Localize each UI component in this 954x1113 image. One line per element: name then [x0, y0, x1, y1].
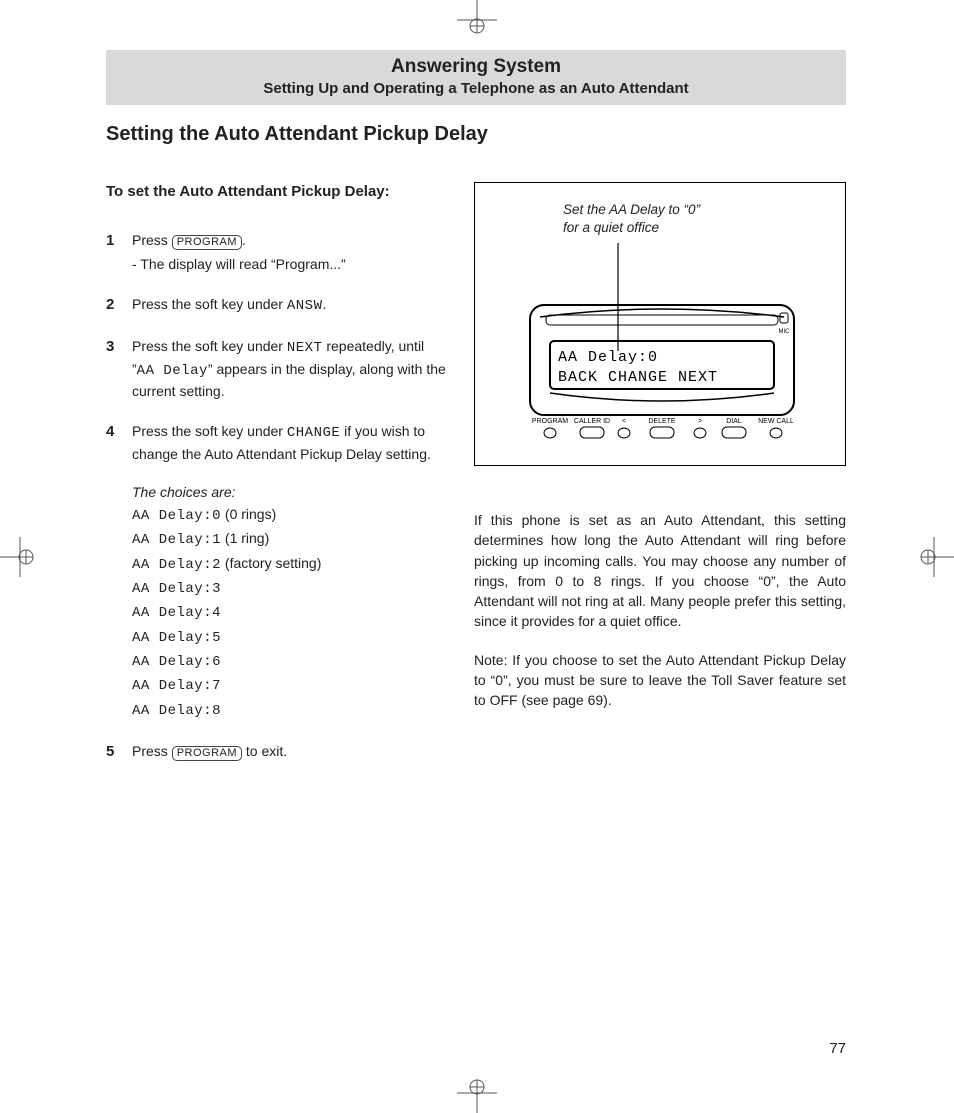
body-paragraph: Note: If you choose to set the Auto Atte…	[474, 650, 846, 711]
page-content: Answering System Setting Up and Operatin…	[106, 50, 846, 783]
callerid-label: CALLER ID	[574, 418, 610, 425]
step-text: .	[322, 296, 326, 312]
lcd-text: NEXT	[287, 340, 323, 356]
step-text: .	[242, 232, 246, 248]
choice-code: AA Delay:1	[132, 532, 221, 548]
program-key-icon: PROGRAM	[172, 235, 242, 250]
illustration-caption: Set the AA Delay to “0” for a quiet offi…	[563, 201, 827, 237]
newcall-label: NEW CALL	[758, 418, 794, 425]
choice-note: (0 rings)	[221, 506, 276, 522]
illustration-box: Set the AA Delay to “0” for a quiet offi…	[474, 182, 846, 466]
crop-mark-left	[0, 537, 36, 577]
step-text: Press the soft key under	[132, 296, 287, 312]
step-text: Press the soft key under	[132, 423, 287, 439]
choice-code: AA Delay:2	[132, 557, 221, 573]
choices-list: AA Delay:0 (0 rings) AA Delay:1 (1 ring)…	[132, 504, 446, 721]
lcd-text: CHANGE	[287, 425, 340, 441]
step-5: 5 Press PROGRAM to exit.	[106, 741, 446, 763]
choice-code: AA Delay:3	[132, 581, 221, 597]
step-text: Press	[132, 743, 172, 759]
lcd-line1: AA Delay:0	[558, 349, 658, 366]
step-text: Press the soft key under	[132, 338, 287, 354]
header-subtitle: Setting Up and Operating a Telephone as …	[114, 80, 838, 97]
caption-line: for a quiet office	[563, 220, 659, 235]
section-title: Setting the Auto Attendant Pickup Delay	[106, 123, 846, 146]
choice-code: AA Delay:6	[132, 654, 221, 670]
program-label: PROGRAM	[532, 418, 568, 425]
choice-code: AA Delay:4	[132, 605, 221, 621]
dial-label: DIAL	[726, 418, 742, 425]
step-number: 1	[106, 230, 120, 275]
step-number: 2	[106, 294, 120, 316]
choice-code: AA Delay:7	[132, 678, 221, 694]
left-column: To set the Auto Attendant Pickup Delay: …	[106, 182, 446, 783]
choice-note: (1 ring)	[221, 530, 269, 546]
header-title: Answering System	[114, 56, 838, 78]
caption-line: Set the AA Delay to “0”	[563, 202, 700, 217]
choice-code: AA Delay:8	[132, 703, 221, 719]
lcd-text: ANSW	[287, 298, 323, 314]
crop-mark-bottom	[457, 1077, 497, 1113]
choices-intro: The choices are:	[132, 482, 446, 502]
program-key-icon: PROGRAM	[172, 746, 242, 761]
page-number: 77	[829, 1040, 846, 1057]
left-arrow-label: <	[622, 418, 626, 425]
header-bar: Answering System Setting Up and Operatin…	[106, 50, 846, 105]
phone-illustration-icon: MIC AA Delay:0 BACK CHANGE NEXT PROGRAM …	[500, 243, 820, 443]
step-1: 1 Press PROGRAM. - The display will read…	[106, 230, 446, 275]
crop-mark-right	[918, 537, 954, 577]
choice-note: (factory setting)	[221, 555, 321, 571]
step-number: 3	[106, 336, 120, 401]
step-3: 3 Press the soft key under NEXT repeated…	[106, 336, 446, 401]
body-paragraph: If this phone is set as an Auto Attendan…	[474, 510, 846, 632]
procedure-intro: To set the Auto Attendant Pickup Delay:	[106, 182, 446, 202]
mic-label: MIC	[779, 329, 791, 335]
step-subtext: - The display will read “Program...”	[132, 254, 446, 274]
step-2: 2 Press the soft key under ANSW.	[106, 294, 446, 316]
right-column: Set the AA Delay to “0” for a quiet offi…	[474, 182, 846, 783]
lcd-text: AA Delay	[137, 363, 208, 379]
step-number: 5	[106, 741, 120, 763]
lcd-line2: BACK CHANGE NEXT	[558, 369, 718, 386]
step-list: 1 Press PROGRAM. - The display will read…	[106, 230, 446, 763]
step-number: 4	[106, 421, 120, 721]
crop-mark-top	[457, 0, 497, 36]
choice-code: AA Delay:5	[132, 630, 221, 646]
step-text: to exit.	[242, 743, 287, 759]
choice-code: AA Delay:0	[132, 508, 221, 524]
right-arrow-label: >	[698, 418, 702, 425]
step-text: Press	[132, 232, 172, 248]
delete-label: DELETE	[648, 418, 676, 425]
step-4: 4 Press the soft key under CHANGE if you…	[106, 421, 446, 721]
